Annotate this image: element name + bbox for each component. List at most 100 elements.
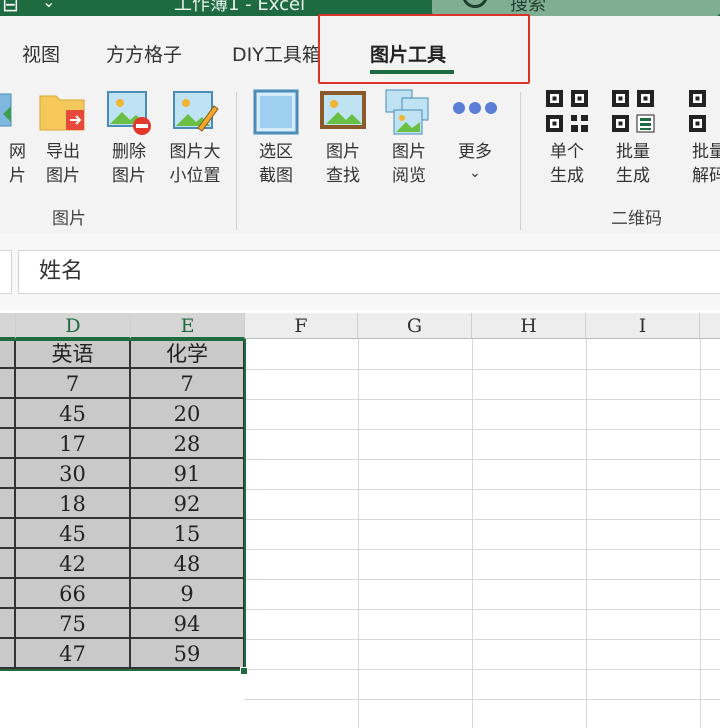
image-resize-icon xyxy=(170,88,220,140)
group-label-qrcode: 二维码 xyxy=(611,209,662,229)
table-cell[interactable]: 75 xyxy=(16,609,131,639)
customize-quick-access-icon[interactable]: ⌄ xyxy=(42,0,55,11)
table-cell[interactable] xyxy=(0,429,16,459)
table-cell[interactable] xyxy=(0,519,16,549)
screenshot-label-2: 截图 xyxy=(259,166,293,186)
ribbon-separator xyxy=(236,92,237,230)
table-cell[interactable]: 91 xyxy=(131,459,245,489)
column-header-h[interactable]: H xyxy=(472,313,586,339)
find-image-label-1: 图片 xyxy=(326,142,360,162)
table-cell-header-chemistry[interactable]: 化学 xyxy=(131,339,245,369)
table-cell[interactable]: 20 xyxy=(131,399,245,429)
grid-line xyxy=(244,579,720,580)
table-cell[interactable]: 9 xyxy=(131,579,245,609)
column-header-f[interactable]: F xyxy=(245,313,358,339)
delete-image-label-2: 图片 xyxy=(112,166,146,186)
grid-line xyxy=(244,429,720,430)
table-cell[interactable] xyxy=(0,339,16,369)
batch-qrcode-label-2: 生成 xyxy=(616,166,650,186)
fill-handle[interactable] xyxy=(240,667,248,675)
table-cell[interactable]: 30 xyxy=(16,459,131,489)
column-header-d[interactable]: D xyxy=(16,313,131,339)
more-icon xyxy=(451,98,499,122)
single-qrcode-label-2: 生成 xyxy=(550,166,584,186)
image-import-icon xyxy=(0,88,17,136)
table-cell[interactable] xyxy=(0,579,16,609)
grid-line xyxy=(244,609,720,610)
export-image-label-2: 图片 xyxy=(46,166,80,186)
screenshot-icon xyxy=(252,88,300,140)
batch-qrcode-label-1: 批量 xyxy=(616,142,650,162)
import-image-label-2: 片 xyxy=(9,166,26,186)
single-qrcode-label-1: 单个 xyxy=(550,142,584,162)
table-cell[interactable] xyxy=(0,399,16,429)
grid-line xyxy=(244,549,720,550)
table-cell[interactable]: 66 xyxy=(16,579,131,609)
ribbon-panel: 网 片 导出 图片 删除 图片 图片大 小位置 选区 截图 图片 查找 图片 阅… xyxy=(0,84,720,234)
save-icon[interactable]: ⊟ xyxy=(2,0,19,16)
qrcode-decode-icon xyxy=(687,88,720,138)
table-cell[interactable] xyxy=(0,459,16,489)
ribbon-separator xyxy=(520,92,521,230)
table-cell[interactable]: 7 xyxy=(16,369,131,399)
table-cell[interactable]: 7 xyxy=(131,369,245,399)
annotation-highlight-box xyxy=(318,14,530,84)
grid-line xyxy=(244,459,720,460)
qrcode-icon xyxy=(544,88,590,138)
table-cell[interactable]: 94 xyxy=(131,609,245,639)
grid-line xyxy=(244,399,720,400)
name-box[interactable] xyxy=(0,250,12,294)
column-header-e[interactable]: E xyxy=(131,313,245,339)
qrcode-batch-icon xyxy=(610,88,656,138)
grid-line xyxy=(244,669,720,670)
table-cell[interactable]: 48 xyxy=(131,549,245,579)
image-delete-icon xyxy=(104,88,154,140)
grid-line xyxy=(244,519,720,520)
image-size-label-1: 图片大 xyxy=(169,142,221,162)
grid-line xyxy=(244,489,720,490)
table-cell[interactable] xyxy=(0,549,16,579)
group-label-image: 图片 xyxy=(52,209,86,229)
table-cell[interactable]: 17 xyxy=(16,429,131,459)
import-image-label-1: 网 xyxy=(9,142,26,162)
tab-fangfang-gezi[interactable]: 方方格子 xyxy=(106,40,182,67)
chevron-down-icon: ⌄ xyxy=(469,165,481,181)
table-cell[interactable] xyxy=(0,369,16,399)
table-cell[interactable]: 92 xyxy=(131,489,245,519)
table-cell[interactable]: 45 xyxy=(16,519,131,549)
table-cell[interactable]: 47 xyxy=(16,639,131,669)
delete-image-label-1: 删除 xyxy=(112,142,146,162)
column-header-g[interactable]: G xyxy=(358,313,472,339)
table-cell[interactable]: 28 xyxy=(131,429,245,459)
table-cell[interactable]: 42 xyxy=(16,549,131,579)
formula-bar-area: 姓名 xyxy=(0,234,720,310)
column-header-partial[interactable] xyxy=(0,313,16,339)
grid-line xyxy=(244,369,720,370)
screenshot-label-1: 选区 xyxy=(259,142,293,162)
browse-image-label-1: 图片 xyxy=(392,142,426,162)
export-image-label-1: 导出 xyxy=(46,142,80,162)
tab-view[interactable]: 视图 xyxy=(22,40,60,67)
image-gallery-icon xyxy=(384,88,434,140)
column-header-partial[interactable] xyxy=(700,313,720,339)
image-size-label-2: 小位置 xyxy=(169,166,221,186)
window-title: 工作簿1 - Excel xyxy=(174,0,306,15)
table-cell[interactable] xyxy=(0,489,16,519)
table-cell[interactable] xyxy=(0,639,16,669)
formula-input[interactable]: 姓名 xyxy=(18,250,720,294)
column-header-i[interactable]: I xyxy=(586,313,700,339)
batch-decode-label-1: 批量 xyxy=(692,142,720,162)
image-find-icon xyxy=(318,88,368,138)
batch-decode-label-2: 解码 xyxy=(692,166,720,186)
browse-image-label-2: 阅览 xyxy=(392,166,426,186)
tab-diy-toolbox[interactable]: DIY工具箱 xyxy=(232,40,321,67)
more-label: 更多 xyxy=(458,142,492,162)
table-cell[interactable]: 59 xyxy=(131,639,245,669)
table-cell[interactable] xyxy=(0,609,16,639)
grid-line xyxy=(244,699,720,700)
table-cell[interactable]: 45 xyxy=(16,399,131,429)
table-cell[interactable]: 18 xyxy=(16,489,131,519)
grid-line xyxy=(244,639,720,640)
table-cell[interactable]: 15 xyxy=(131,519,245,549)
table-cell-header-english[interactable]: 英语 xyxy=(16,339,131,369)
